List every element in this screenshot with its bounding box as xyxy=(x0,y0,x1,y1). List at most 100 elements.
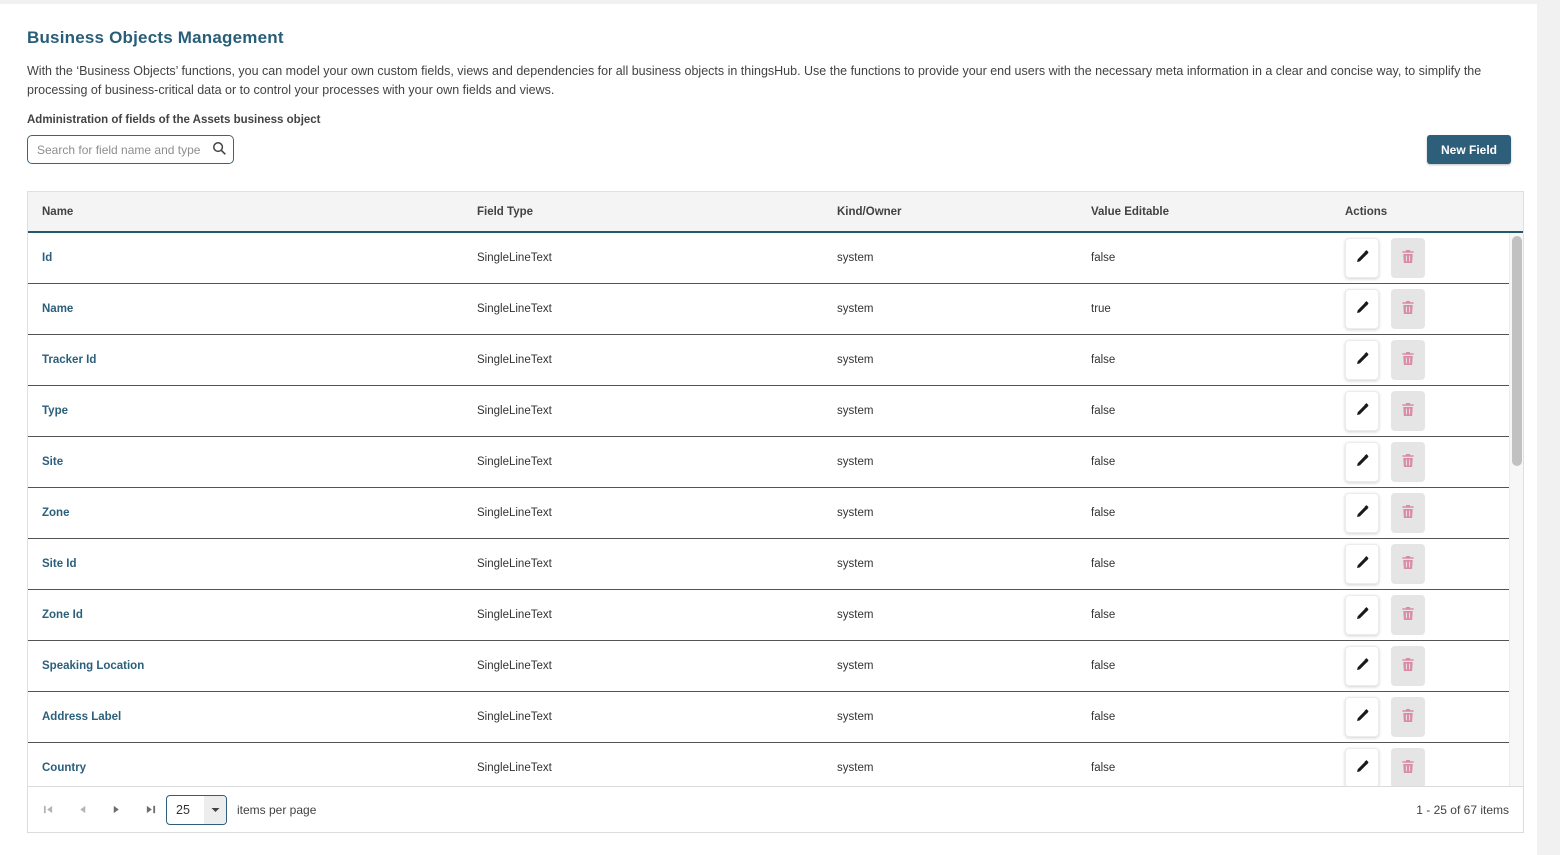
cell-name[interactable]: Type xyxy=(42,405,477,417)
trash-icon xyxy=(1401,708,1415,726)
cell-name[interactable]: Zone xyxy=(42,507,477,519)
column-header-kind-owner: Kind/Owner xyxy=(837,206,1091,218)
delete-field-button[interactable] xyxy=(1391,442,1425,482)
delete-field-button[interactable] xyxy=(1391,340,1425,380)
cell-name[interactable]: Tracker Id xyxy=(42,354,477,366)
table-row: Name SingleLineText system true xyxy=(28,284,1523,335)
edit-field-button[interactable] xyxy=(1345,391,1379,431)
pencil-icon xyxy=(1355,504,1370,522)
cell-actions xyxy=(1345,646,1523,686)
cell-name[interactable]: Country xyxy=(42,762,477,774)
edit-field-button[interactable] xyxy=(1345,238,1379,278)
cell-value-editable: false xyxy=(1091,558,1345,570)
edit-field-button[interactable] xyxy=(1345,646,1379,686)
trash-icon xyxy=(1401,555,1415,573)
cell-name[interactable]: Zone Id xyxy=(42,609,477,621)
pencil-icon xyxy=(1355,708,1370,726)
cell-value-editable: false xyxy=(1091,660,1345,672)
edit-field-button[interactable] xyxy=(1345,595,1379,635)
pager-nav xyxy=(42,804,156,816)
table-row: Type SingleLineText system false xyxy=(28,386,1523,437)
trash-icon xyxy=(1401,402,1415,420)
delete-field-button[interactable] xyxy=(1391,748,1425,786)
pencil-icon xyxy=(1355,555,1370,573)
page-size-select[interactable]: 25 xyxy=(166,795,227,825)
previous-page-button[interactable] xyxy=(76,804,88,816)
cell-name[interactable]: Address Label xyxy=(42,711,477,723)
table-row: Id SingleLineText system false xyxy=(28,233,1523,284)
column-header-value-editable: Value Editable xyxy=(1091,206,1345,218)
cell-actions xyxy=(1345,595,1523,635)
cell-actions xyxy=(1345,748,1523,786)
pencil-icon xyxy=(1355,402,1370,420)
delete-field-button[interactable] xyxy=(1391,697,1425,737)
trash-icon xyxy=(1401,606,1415,624)
items-per-page-label: items per page xyxy=(237,803,316,817)
delete-field-button[interactable] xyxy=(1391,544,1425,584)
trash-icon xyxy=(1401,249,1415,267)
pencil-icon xyxy=(1355,606,1370,624)
table-row: Zone SingleLineText system false xyxy=(28,488,1523,539)
table-header-row: Name Field Type Kind/Owner Value Editabl… xyxy=(28,192,1523,233)
search-input[interactable] xyxy=(27,135,234,164)
page-subtitle: Administration of fields of the Assets b… xyxy=(27,114,1537,126)
cell-field-type: SingleLineText xyxy=(477,303,837,315)
first-page-button[interactable] xyxy=(42,804,54,816)
pagination-bar: 25 items per page 1 - 25 of 67 items xyxy=(27,786,1524,833)
cell-name[interactable]: Site xyxy=(42,456,477,468)
search-box xyxy=(27,135,234,164)
delete-field-button[interactable] xyxy=(1391,646,1425,686)
table-row: Address Label SingleLineText system fals… xyxy=(28,692,1523,743)
table-row: Site SingleLineText system false xyxy=(28,437,1523,488)
delete-field-button[interactable] xyxy=(1391,493,1425,533)
pencil-icon xyxy=(1355,657,1370,675)
edit-field-button[interactable] xyxy=(1345,748,1379,786)
cell-value-editable: true xyxy=(1091,303,1345,315)
new-field-button[interactable]: New Field xyxy=(1427,135,1511,164)
pager-range-label: 1 - 25 of 67 items xyxy=(1416,803,1509,817)
delete-field-button[interactable] xyxy=(1391,238,1425,278)
table-row: Speaking Location SingleLineText system … xyxy=(28,641,1523,692)
cell-kind-owner: system xyxy=(837,405,1091,417)
cell-value-editable: false xyxy=(1091,405,1345,417)
chevron-down-icon xyxy=(204,796,226,824)
edit-field-button[interactable] xyxy=(1345,442,1379,482)
delete-field-button[interactable] xyxy=(1391,391,1425,431)
table-row: Country SingleLineText system false xyxy=(28,743,1523,786)
cell-actions xyxy=(1345,493,1523,533)
cell-kind-owner: system xyxy=(837,762,1091,774)
page-content: Business Objects Management With the ‘Bu… xyxy=(0,4,1537,855)
table-scrollbar-track[interactable] xyxy=(1509,233,1523,786)
delete-field-button[interactable] xyxy=(1391,595,1425,635)
table-scrollbar-thumb[interactable] xyxy=(1512,236,1522,466)
cell-actions xyxy=(1345,340,1523,380)
edit-field-button[interactable] xyxy=(1345,544,1379,584)
cell-kind-owner: system xyxy=(837,711,1091,723)
table-row: Tracker Id SingleLineText system false xyxy=(28,335,1523,386)
cell-kind-owner: system xyxy=(837,558,1091,570)
edit-field-button[interactable] xyxy=(1345,289,1379,329)
cell-kind-owner: system xyxy=(837,303,1091,315)
edit-field-button[interactable] xyxy=(1345,493,1379,533)
page-size-value: 25 xyxy=(167,796,204,824)
cell-value-editable: false xyxy=(1091,507,1345,519)
pencil-icon xyxy=(1355,249,1370,267)
delete-field-button[interactable] xyxy=(1391,289,1425,329)
cell-name[interactable]: Speaking Location xyxy=(42,660,477,672)
cell-value-editable: false xyxy=(1091,762,1345,774)
cell-name[interactable]: Name xyxy=(42,303,477,315)
pencil-icon xyxy=(1355,300,1370,318)
fields-table: Name Field Type Kind/Owner Value Editabl… xyxy=(27,191,1524,786)
search-icon[interactable] xyxy=(212,141,227,161)
toolbar: New Field xyxy=(27,135,1524,164)
last-page-button[interactable] xyxy=(144,804,156,816)
trash-icon xyxy=(1401,759,1415,777)
cell-name[interactable]: Site Id xyxy=(42,558,477,570)
edit-field-button[interactable] xyxy=(1345,340,1379,380)
cell-value-editable: false xyxy=(1091,609,1345,621)
cell-actions xyxy=(1345,697,1523,737)
next-page-button[interactable] xyxy=(110,804,122,816)
pencil-icon xyxy=(1355,453,1370,471)
cell-name[interactable]: Id xyxy=(42,252,477,264)
edit-field-button[interactable] xyxy=(1345,697,1379,737)
